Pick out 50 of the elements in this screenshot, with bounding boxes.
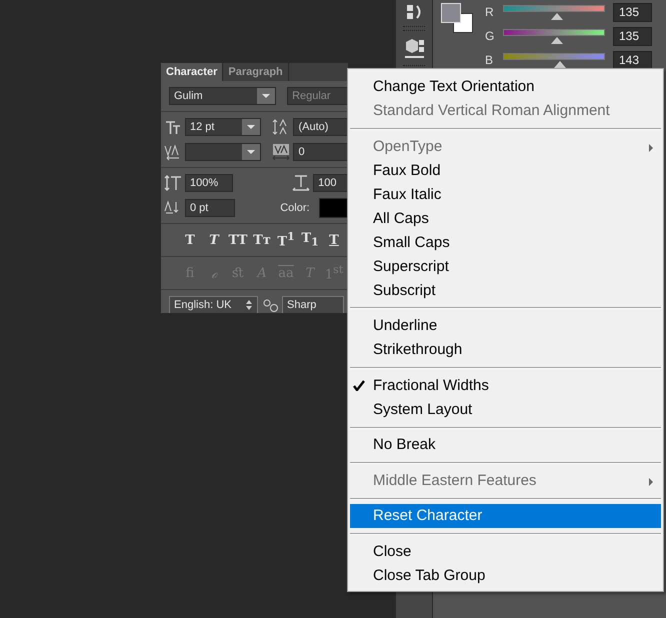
vertical-scale-field[interactable]: 100% bbox=[185, 174, 233, 192]
leading-field[interactable]: (Auto) bbox=[293, 118, 348, 136]
font-size-icon bbox=[164, 118, 182, 136]
tracking-field[interactable]: 0 bbox=[293, 143, 348, 161]
anti-aliasing-dropdown[interactable]: Sharp bbox=[282, 296, 344, 313]
menu-item[interactable]: Change Text Orientation bbox=[350, 75, 661, 99]
menu-item[interactable]: Strikethrough bbox=[350, 338, 661, 362]
channel-value-field[interactable]: 135 bbox=[613, 3, 652, 22]
menu-item[interactable]: No Break bbox=[350, 433, 661, 458]
menu-item[interactable]: System Layout bbox=[350, 398, 661, 422]
text-color-swatch[interactable] bbox=[319, 198, 348, 218]
slider-thumb[interactable] bbox=[551, 37, 563, 44]
menu-item[interactable]: Faux Bold bbox=[350, 158, 661, 183]
tracking-icon bbox=[272, 143, 290, 161]
text-style-button[interactable]: T$_{1}$ bbox=[298, 231, 322, 249]
menu-item[interactable]: Fractional Widths bbox=[350, 374, 661, 398]
tool-icon[interactable] bbox=[405, 4, 423, 20]
baseline-shift-field[interactable]: 0 pt bbox=[185, 199, 235, 217]
color-swatch-drawing[interactable] bbox=[441, 3, 475, 35]
stepper-arrows-icon[interactable] bbox=[244, 299, 254, 311]
font-family-dropdown[interactable]: Gulim bbox=[169, 87, 276, 105]
vertical-scale-icon bbox=[164, 174, 182, 192]
menu-item[interactable]: Reset Character bbox=[350, 504, 661, 528]
horizontal-scale-icon bbox=[292, 174, 310, 192]
menu-item[interactable]: Close Tab Group bbox=[350, 564, 661, 588]
menu-item[interactable]: All Caps bbox=[350, 206, 661, 231]
menu-item[interactable]: Faux Italic bbox=[350, 182, 661, 207]
menu-item[interactable]: Subscript bbox=[350, 278, 661, 303]
horizontal-scale-field[interactable]: 100 bbox=[313, 174, 348, 192]
menu-item[interactable]: Close bbox=[350, 540, 661, 564]
text-style-button[interactable]: T$^{1}$ bbox=[274, 230, 298, 250]
menu-item[interactable]: Small Caps bbox=[350, 230, 661, 255]
text-style-button[interactable]: Tᴛ bbox=[250, 232, 274, 248]
text-style-button[interactable]: T bbox=[202, 232, 226, 248]
text-style-button[interactable]: T bbox=[322, 232, 346, 248]
panel-tab[interactable]: Character bbox=[161, 63, 224, 81]
channel-label: R bbox=[485, 5, 495, 19]
menu-item[interactable]: Underline bbox=[350, 314, 661, 338]
channel-value-field[interactable]: 135 bbox=[613, 27, 652, 46]
text-style-button[interactable]: TT bbox=[226, 232, 250, 248]
color-label: Color: bbox=[280, 202, 310, 214]
slider-thumb[interactable] bbox=[551, 13, 563, 20]
cube-icon[interactable] bbox=[403, 37, 425, 59]
kerning-icon bbox=[164, 143, 182, 161]
language-dropdown[interactable]: English: UK bbox=[169, 296, 258, 313]
font-size-field[interactable]: 12 pt bbox=[185, 118, 262, 136]
menu-item[interactable]: Superscript bbox=[350, 254, 661, 279]
channel-label: B bbox=[485, 53, 494, 67]
text-style-button[interactable]: T bbox=[178, 232, 202, 248]
channel-label: G bbox=[485, 29, 495, 43]
